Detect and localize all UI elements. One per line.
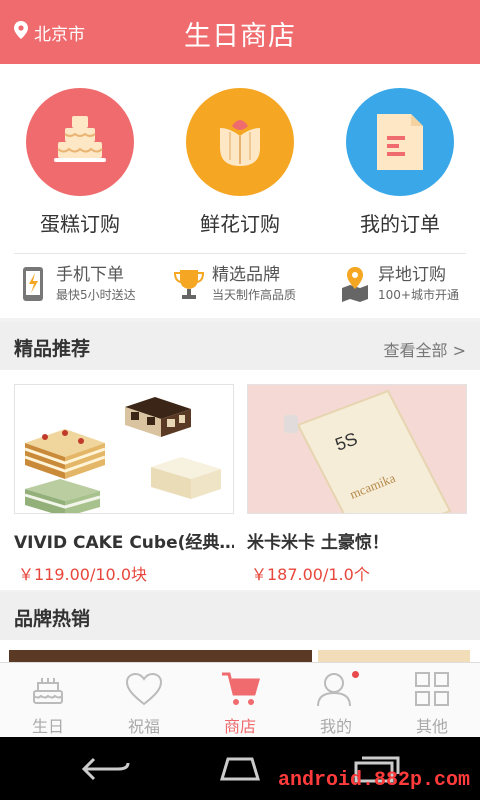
user-icon [288,669,384,709]
category-cake[interactable]: 蛋糕订购 [10,88,150,237]
feature-subtitle: 最快5小时送达 [56,288,136,302]
featured-title: 精品推荐 [14,338,91,360]
product-name: VIVID CAKE Cube(经典… [14,533,234,553]
featured-section-header: 精品推荐 查看全部 > [0,322,480,370]
watermark: android.882p.com [277,769,470,792]
tab-label: 祝福 [127,717,160,736]
category-cake-label: 蛋糕订购 [40,212,120,236]
tab-label: 我的 [319,717,352,736]
trophy-icon [172,264,206,304]
bottom-tab-bar: 生日 祝福 商店 我的 其他 [0,662,480,737]
tab-other[interactable]: 其他 [384,669,480,737]
tab-label: 生日 [31,717,64,736]
main-categories: 蛋糕订购 鲜花订购 我的订单 [0,64,480,254]
category-flower-label: 鲜花订购 [200,212,280,236]
birthday-cake-icon [0,669,96,709]
product-price: ￥187.00/1.0个 [251,565,370,584]
product-image: 5S mcamika [247,384,467,514]
product-name: 米卡米卡 土豪惊！ [247,533,389,553]
cake-icon [26,88,134,196]
tab-label: 商店 [223,717,256,736]
feature-title: 精选品牌 [212,265,280,285]
feature-mobile-order: 手机下单 最快5小时送达 [16,264,136,304]
category-orders-label: 我的订单 [360,212,440,236]
feature-remote-order: 异地订购 100+城市开通 [338,264,459,304]
back-icon[interactable] [80,755,132,787]
map-pin-icon [338,264,372,304]
product-image [14,384,234,514]
grid-icon [384,669,480,709]
brand-hot-section-header: 品牌热销 [0,592,480,640]
category-flower[interactable]: 鲜花订购 [170,88,310,237]
system-navigation-bar: android.882p.com [0,737,480,800]
product-card[interactable]: 5S mcamika 米卡米卡 土豪惊！ ￥187.00/1.0个 [247,384,467,585]
brand-banner-strip[interactable] [0,640,480,664]
flower-icon [186,88,294,196]
product-list: VIVID CAKE Cube(经典… ￥119.00/10.0块 5S mca… [0,370,480,590]
notification-dot [352,671,359,678]
phone-lightning-icon [16,264,50,304]
view-all-link[interactable]: 查看全部 > [384,337,467,361]
tab-birthday[interactable]: 生日 [0,669,96,737]
feature-subtitle: 100+城市开通 [378,288,459,302]
product-price: ￥119.00/10.0块 [18,565,148,584]
tab-blessing[interactable]: 祝福 [96,669,192,737]
feature-title: 手机下单 [56,265,124,285]
tab-mine[interactable]: 我的 [288,669,384,737]
feature-subtitle: 当天制作高品质 [212,288,297,302]
order-document-icon [346,88,454,196]
category-orders[interactable]: 我的订单 [330,88,470,237]
feature-title: 异地订购 [378,265,446,285]
heart-icon [96,669,192,709]
app-header: 北京市 生日商店 [0,0,480,64]
shopping-cart-icon [192,669,288,709]
feature-strip: 手机下单 最快5小时送达 精选品牌 当天制作高品质 异地订购 100+城市开通 [0,254,480,318]
home-icon[interactable] [214,755,266,787]
page-title: 生日商店 [184,21,296,52]
feature-brands: 精选品牌 当天制作高品质 [172,264,296,304]
product-card[interactable]: VIVID CAKE Cube(经典… ￥119.00/10.0块 [14,384,234,585]
tab-shop[interactable]: 商店 [192,669,288,737]
brand-hot-title: 品牌热销 [14,608,91,630]
tab-label: 其他 [415,717,448,736]
